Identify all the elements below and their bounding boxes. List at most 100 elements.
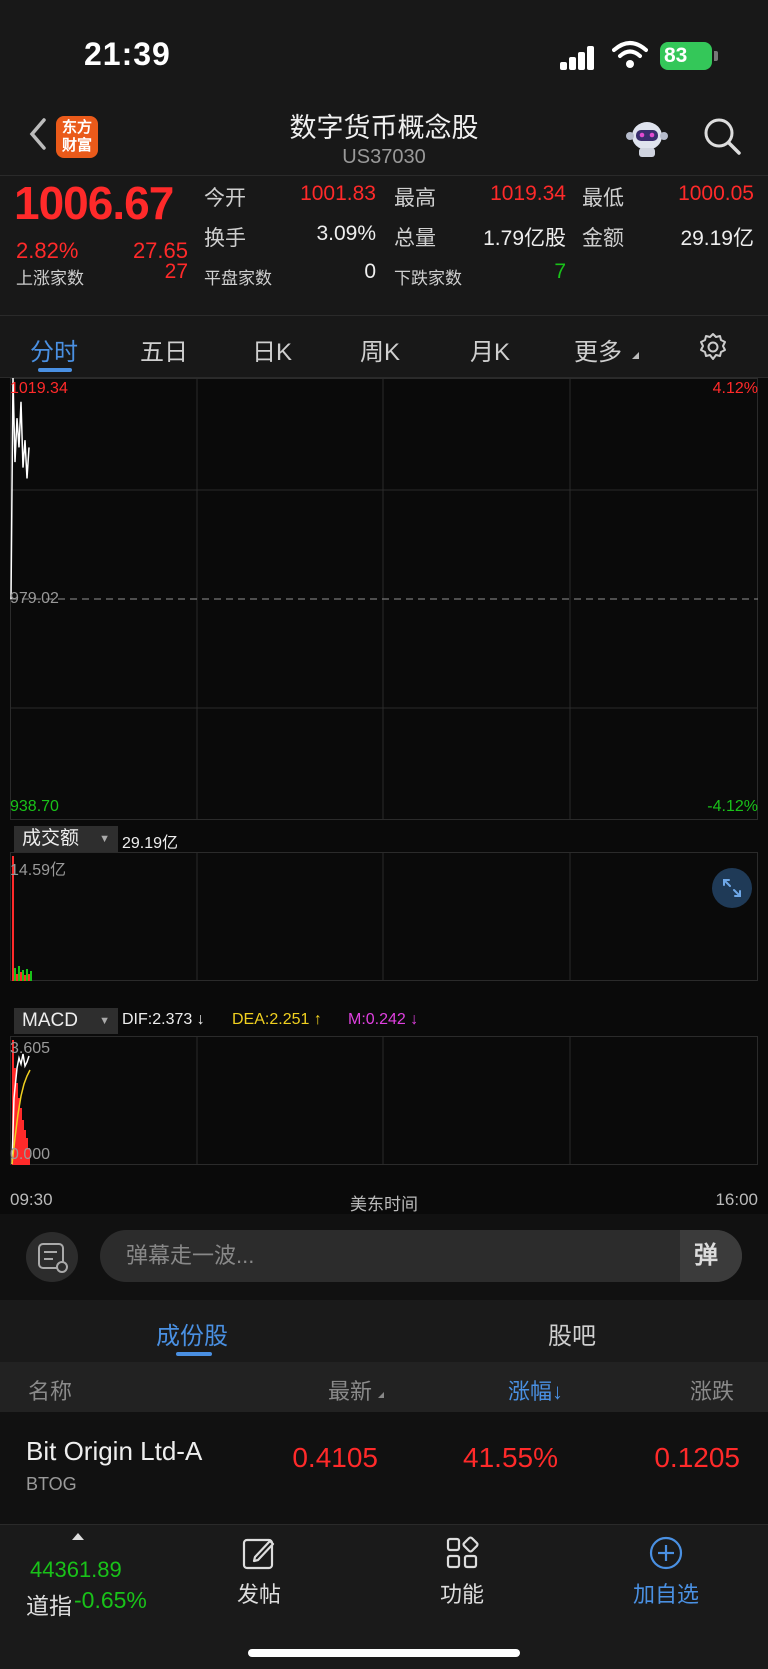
post-label: 发帖: [236, 1582, 281, 1607]
danmu-input[interactable]: 弹幕走一波...: [100, 1230, 742, 1282]
status-time: 21:39: [84, 36, 171, 72]
tab-month-k[interactable]: 月K: [470, 332, 510, 367]
battery-level: 83: [664, 44, 688, 67]
stock-pct: 41.55%: [463, 1442, 558, 1473]
more-caret-icon: [632, 352, 639, 359]
sub-tabs: 成份股 股吧: [0, 1300, 768, 1362]
up-count: 27: [164, 260, 188, 283]
time-zone-label: 美东时间: [350, 1195, 418, 1214]
index-value[interactable]: 44361.89: [30, 1557, 122, 1583]
edit-icon: [242, 1538, 275, 1570]
turnover-value: 3.09%: [316, 222, 376, 245]
list-item[interactable]: Bit Origin Ltd-A BTOG 0.4105 41.55% 0.12…: [0, 1412, 768, 1524]
pct-high-label: 4.12%: [712, 380, 758, 397]
volume-label: 总量: [394, 227, 436, 250]
wifi-icon: [612, 41, 648, 68]
macd-min-label: 0.000: [10, 1146, 51, 1163]
stock-change: 0.1205: [654, 1442, 740, 1473]
chevron-down-icon: ▼: [99, 833, 110, 845]
function-label: 功能: [439, 1582, 484, 1607]
low-value: 1000.05: [678, 182, 754, 205]
down-count-label: 下跌家数: [394, 269, 462, 288]
tab-more[interactable]: 更多: [574, 332, 622, 367]
turnover-label: 换手: [204, 227, 246, 250]
settings-gear-icon[interactable]: [698, 332, 728, 362]
quote-panel: 1006.67 2.82% 27.65 今开 1001.83 最高 1019.3…: [0, 176, 768, 316]
tab-intraday[interactable]: 分时: [30, 332, 78, 367]
add-watchlist-label: 加自选: [632, 1582, 699, 1607]
macd-m: M:0.242 ↓: [348, 1011, 419, 1028]
down-count: 7: [554, 260, 566, 283]
header-change[interactable]: 涨跌: [690, 1374, 734, 1406]
post-button[interactable]: 发帖: [199, 1535, 319, 1609]
header-last[interactable]: 最新: [328, 1374, 372, 1406]
stock-last: 0.4105: [292, 1442, 378, 1473]
macd-dea: DEA:2.251 ↑: [232, 1011, 322, 1028]
macd-dif: DIF:2.373 ↓: [122, 1011, 205, 1028]
price-series-line: [10, 378, 30, 600]
tab-day-k[interactable]: 日K: [252, 332, 292, 367]
macd-max-label: 3.605: [10, 1040, 51, 1057]
tab-week-k[interactable]: 周K: [360, 332, 400, 367]
stock-name: Bit Origin Ltd-A: [26, 1436, 203, 1466]
change-percent: 2.82%: [16, 238, 79, 263]
tab-forum[interactable]: 股吧: [548, 1316, 596, 1351]
high-value: 1019.34: [490, 182, 566, 205]
low-label: 最低: [582, 187, 624, 210]
expand-icon[interactable]: [712, 868, 752, 908]
chevron-down-icon: ▼: [99, 1015, 110, 1027]
plus-circle-icon: [649, 1536, 683, 1570]
volume-total: 29.19亿: [122, 835, 179, 852]
sub-tab-underline: [176, 1352, 212, 1356]
volume-grid: [10, 852, 758, 981]
stock-code: BTOG: [26, 1474, 77, 1494]
price-mid-label: 979.02: [10, 590, 59, 607]
intraday-chart[interactable]: [0, 378, 768, 1214]
macd-dropdown-label: MACD: [22, 1010, 78, 1031]
volume-value: 1.79亿股: [483, 227, 566, 250]
bottom-bar: 44361.89 道指 -0.65% 发帖 功能 加自选: [0, 1524, 768, 1669]
caret-up-icon: [72, 1533, 84, 1540]
pct-low-label: -4.12%: [707, 798, 758, 815]
robot-assistant-icon[interactable]: [624, 116, 670, 160]
macd-indicator-dropdown[interactable]: MACD ▼: [14, 1008, 118, 1034]
amount-value: 29.19亿: [680, 227, 754, 250]
danmu-list-icon[interactable]: [26, 1232, 78, 1282]
flat-count-label: 平盘家数: [204, 269, 272, 288]
tab-constituents[interactable]: 成份股: [156, 1316, 228, 1351]
period-tabs: 分时 五日 日K 周K 月K 更多: [0, 316, 768, 378]
volume-max-label: 14.59亿: [10, 862, 67, 879]
volume-dropdown-label: 成交额: [22, 828, 80, 849]
chart-area: 1019.34 4.12% 979.02 938.70 -4.12% 成交额 ▼ …: [0, 378, 768, 1214]
amount-label: 金额: [582, 227, 624, 250]
danmu-toggle-label: 弹: [694, 1242, 718, 1269]
header-name[interactable]: 名称: [28, 1374, 72, 1406]
function-button[interactable]: 功能: [402, 1535, 522, 1609]
danmu-toggle-button[interactable]: 弹: [680, 1230, 742, 1282]
macd-grid: [10, 1036, 758, 1165]
search-icon[interactable]: [702, 116, 742, 156]
tab-underline: [38, 368, 72, 372]
grid-icon: [446, 1536, 479, 1569]
status-bar: 21:39 83: [0, 0, 768, 100]
sort-caret-icon: [378, 1392, 384, 1398]
price-low-label: 938.70: [10, 798, 59, 815]
danmu-bar: 弹幕走一波... 弹: [0, 1214, 768, 1300]
nav-bar: 东方财富 数字货币概念股 US37030: [0, 100, 768, 176]
home-indicator: [248, 1649, 520, 1657]
time-end-label: 16:00: [715, 1190, 758, 1209]
index-name[interactable]: 道指: [26, 1587, 72, 1621]
volume-indicator-dropdown[interactable]: 成交额 ▼: [14, 826, 118, 852]
flat-count: 0: [364, 260, 376, 283]
open-label: 今开: [204, 187, 246, 210]
list-header: 名称 最新 涨幅↓ 涨跌: [0, 1362, 768, 1412]
last-price: 1006.67: [14, 177, 174, 229]
tab-five-day[interactable]: 五日: [140, 332, 188, 367]
battery-icon: 83: [660, 42, 718, 70]
signal-icon: [560, 46, 596, 70]
header-pct[interactable]: 涨幅↓: [508, 1374, 563, 1406]
high-label: 最高: [394, 187, 436, 210]
index-change[interactable]: -0.65%: [74, 1587, 147, 1614]
add-watchlist-button[interactable]: 加自选: [606, 1535, 726, 1609]
up-count-label: 上涨家数: [16, 269, 84, 288]
